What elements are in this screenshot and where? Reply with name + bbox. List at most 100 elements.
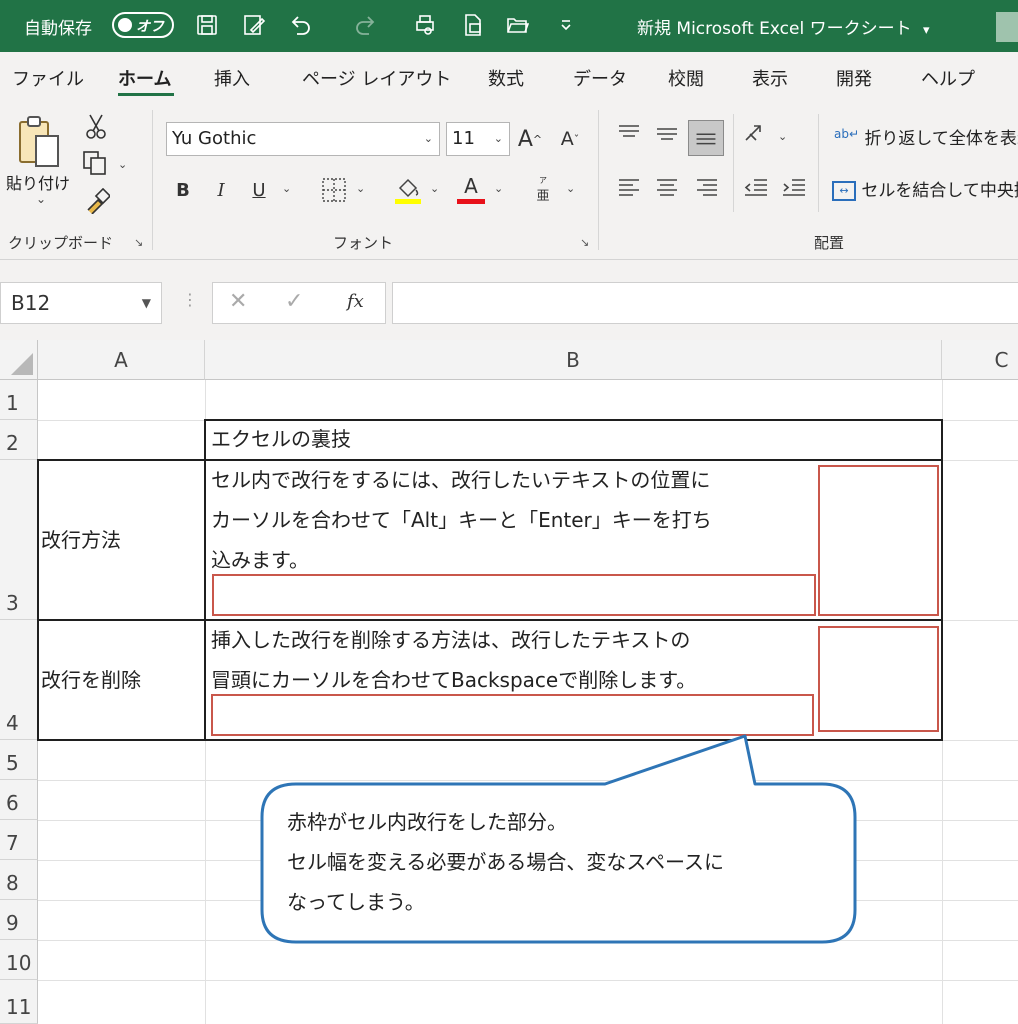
alignment-group-label: 配置 xyxy=(814,234,845,252)
active-tab-indicator xyxy=(118,93,174,96)
copy-icon[interactable] xyxy=(82,150,110,176)
paste-label[interactable]: 貼り付け xyxy=(6,170,70,194)
clipboard-group-label: クリップボード xyxy=(8,234,114,252)
tab-insert[interactable]: 挿入 xyxy=(214,65,250,91)
fill-color-icon[interactable] xyxy=(394,174,422,204)
font-color-icon[interactable]: A xyxy=(456,172,486,206)
tab-help[interactable]: ヘルプ xyxy=(921,65,975,91)
top-align-icon[interactable] xyxy=(616,122,642,146)
redo-icon[interactable] xyxy=(352,12,378,38)
font-launcher-icon[interactable]: ↘ xyxy=(580,236,589,249)
font-color-swatch xyxy=(457,198,485,204)
tab-developer[interactable]: 開発 xyxy=(836,65,872,91)
font-name-box[interactable]: Yu Gothic ⌄ xyxy=(166,122,440,156)
ribbon: 貼り付け ⌄ ⌄ クリップボード ↘ Yu Gothic ⌄ 11 ⌄ A ^ A… xyxy=(0,104,1018,260)
font-group-label: フォント xyxy=(333,234,394,252)
merge-center-button[interactable]: ↔ セルを結合して中央揃え xyxy=(832,176,1018,206)
tab-page-layout[interactable]: ページ レイアウト xyxy=(302,65,451,91)
italic-button[interactable]: I xyxy=(210,176,232,204)
chevron-down-icon[interactable]: ▼ xyxy=(142,283,151,323)
callout-line-3: なってしまう。 xyxy=(287,890,425,914)
tab-formulas[interactable]: 数式 xyxy=(488,65,524,91)
save-icon[interactable] xyxy=(194,12,220,38)
name-box[interactable]: B12 ▼ xyxy=(0,282,162,324)
open-folder-icon[interactable] xyxy=(504,12,530,38)
orientation-icon[interactable] xyxy=(742,120,770,148)
phonetic-dropdown-icon[interactable]: ⌄ xyxy=(566,182,575,195)
merge-center-label: セルを結合して中央揃え xyxy=(861,181,1018,201)
chevron-down-icon[interactable]: ⌄ xyxy=(424,123,433,155)
edit-icon[interactable] xyxy=(241,12,267,38)
wrap-text-label: 折り返して全体を表示 xyxy=(864,129,1018,149)
title-bar: 自動保存 オフ 新規 Microsoft Excel ワークシート ▾ xyxy=(0,0,1018,52)
formula-bar-area: B12 ▼ ⋮ ✕ ✓ fx xyxy=(0,260,1018,340)
merge-center-icon: ↔ xyxy=(832,181,856,201)
formula-input[interactable] xyxy=(392,282,1018,324)
customize-icon[interactable] xyxy=(553,12,579,38)
ribbon-tabs: ファイル ホーム 挿入 ページ レイアウト 数式 データ 校閲 表示 開発 ヘル… xyxy=(0,52,1018,104)
paste-icon[interactable] xyxy=(14,114,62,172)
document-title-text: 新規 Microsoft Excel ワークシート xyxy=(637,19,912,39)
font-size-box[interactable]: 11 ⌄ xyxy=(446,122,510,156)
callout-line-1: 赤枠がセル内改行をした部分。 xyxy=(287,810,567,834)
decrease-font-size-button[interactable]: Aˇ xyxy=(556,124,584,154)
bottom-align-icon[interactable] xyxy=(688,120,724,156)
autosave-toggle[interactable]: オフ xyxy=(112,12,174,38)
cut-icon[interactable] xyxy=(84,112,108,140)
orientation-dropdown-icon[interactable]: ⌄ xyxy=(778,130,787,143)
furigana-glyph: 亜 xyxy=(536,189,550,204)
callout-line-2: セル幅を変える必要がある場合、変なスペースに xyxy=(287,850,724,874)
underline-dropdown-icon[interactable]: ⌄ xyxy=(282,182,291,195)
shrink-font-glyph: A xyxy=(560,128,574,150)
chevron-down-icon: ▾ xyxy=(923,23,930,38)
paste-dropdown-icon[interactable]: ⌄ xyxy=(36,192,46,206)
font-size-value: 11 xyxy=(452,128,475,149)
clipboard-launcher-icon[interactable]: ↘ xyxy=(134,236,143,249)
wrap-text-icon: ab↵ xyxy=(834,127,860,141)
autosave-label: 自動保存 xyxy=(24,19,92,39)
tab-view[interactable]: 表示 xyxy=(752,65,788,91)
align-right-icon[interactable] xyxy=(694,176,720,200)
tab-review[interactable]: 校閲 xyxy=(668,65,704,91)
callout-bubble xyxy=(260,734,857,944)
account-button[interactable] xyxy=(996,12,1018,42)
fill-color-dropdown-icon[interactable]: ⌄ xyxy=(430,182,439,195)
pdf-icon[interactable] xyxy=(460,12,486,38)
group-divider xyxy=(818,114,819,212)
underline-button[interactable]: U xyxy=(248,176,270,204)
undo-icon[interactable] xyxy=(288,12,314,38)
increase-indent-icon[interactable] xyxy=(780,176,808,200)
tab-data[interactable]: データ xyxy=(573,65,627,91)
bold-button[interactable]: B xyxy=(172,176,194,204)
font-color-dropdown-icon[interactable]: ⌄ xyxy=(494,182,503,195)
format-painter-icon[interactable] xyxy=(84,188,110,214)
middle-align-icon[interactable] xyxy=(654,122,680,146)
font-name-value: Yu Gothic xyxy=(172,128,257,149)
borders-icon[interactable] xyxy=(320,176,348,204)
insert-function-icon[interactable]: fx xyxy=(347,291,364,312)
tab-file[interactable]: ファイル xyxy=(12,65,84,91)
worksheet-grid[interactable]: A B C 1 2 3 4 5 6 7 8 9 10 11 エクセルの裏技 改行… xyxy=(0,340,1018,1024)
group-divider xyxy=(733,114,734,212)
decrease-indent-icon[interactable] xyxy=(742,176,770,200)
grow-font-glyph: A xyxy=(517,126,533,152)
increase-font-size-button[interactable]: A ^ xyxy=(516,122,544,156)
chevron-down-icon[interactable]: ⌄ xyxy=(494,123,503,155)
copy-dropdown-icon[interactable]: ⌄ xyxy=(118,158,127,171)
group-divider xyxy=(152,110,153,250)
font-color-glyph: A xyxy=(464,173,478,198)
borders-dropdown-icon[interactable]: ⌄ xyxy=(356,182,365,195)
formula-buttons: ✕ ✓ fx xyxy=(212,282,386,324)
tab-home[interactable]: ホーム xyxy=(118,65,171,91)
cancel-icon[interactable]: ✕ xyxy=(229,289,247,314)
toggle-knob xyxy=(118,18,132,32)
group-divider xyxy=(598,110,599,250)
align-left-icon[interactable] xyxy=(616,176,642,200)
wrap-text-button[interactable]: ab↵ 折り返して全体を表示 xyxy=(834,124,1018,154)
align-center-icon[interactable] xyxy=(654,176,680,200)
print-preview-icon[interactable] xyxy=(412,12,438,38)
phonetic-guide-icon[interactable]: ア亜 xyxy=(530,176,556,204)
splitter-handle[interactable]: ⋮ xyxy=(182,290,198,309)
enter-icon[interactable]: ✓ xyxy=(285,289,303,314)
document-title[interactable]: 新規 Microsoft Excel ワークシート ▾ xyxy=(637,14,930,39)
